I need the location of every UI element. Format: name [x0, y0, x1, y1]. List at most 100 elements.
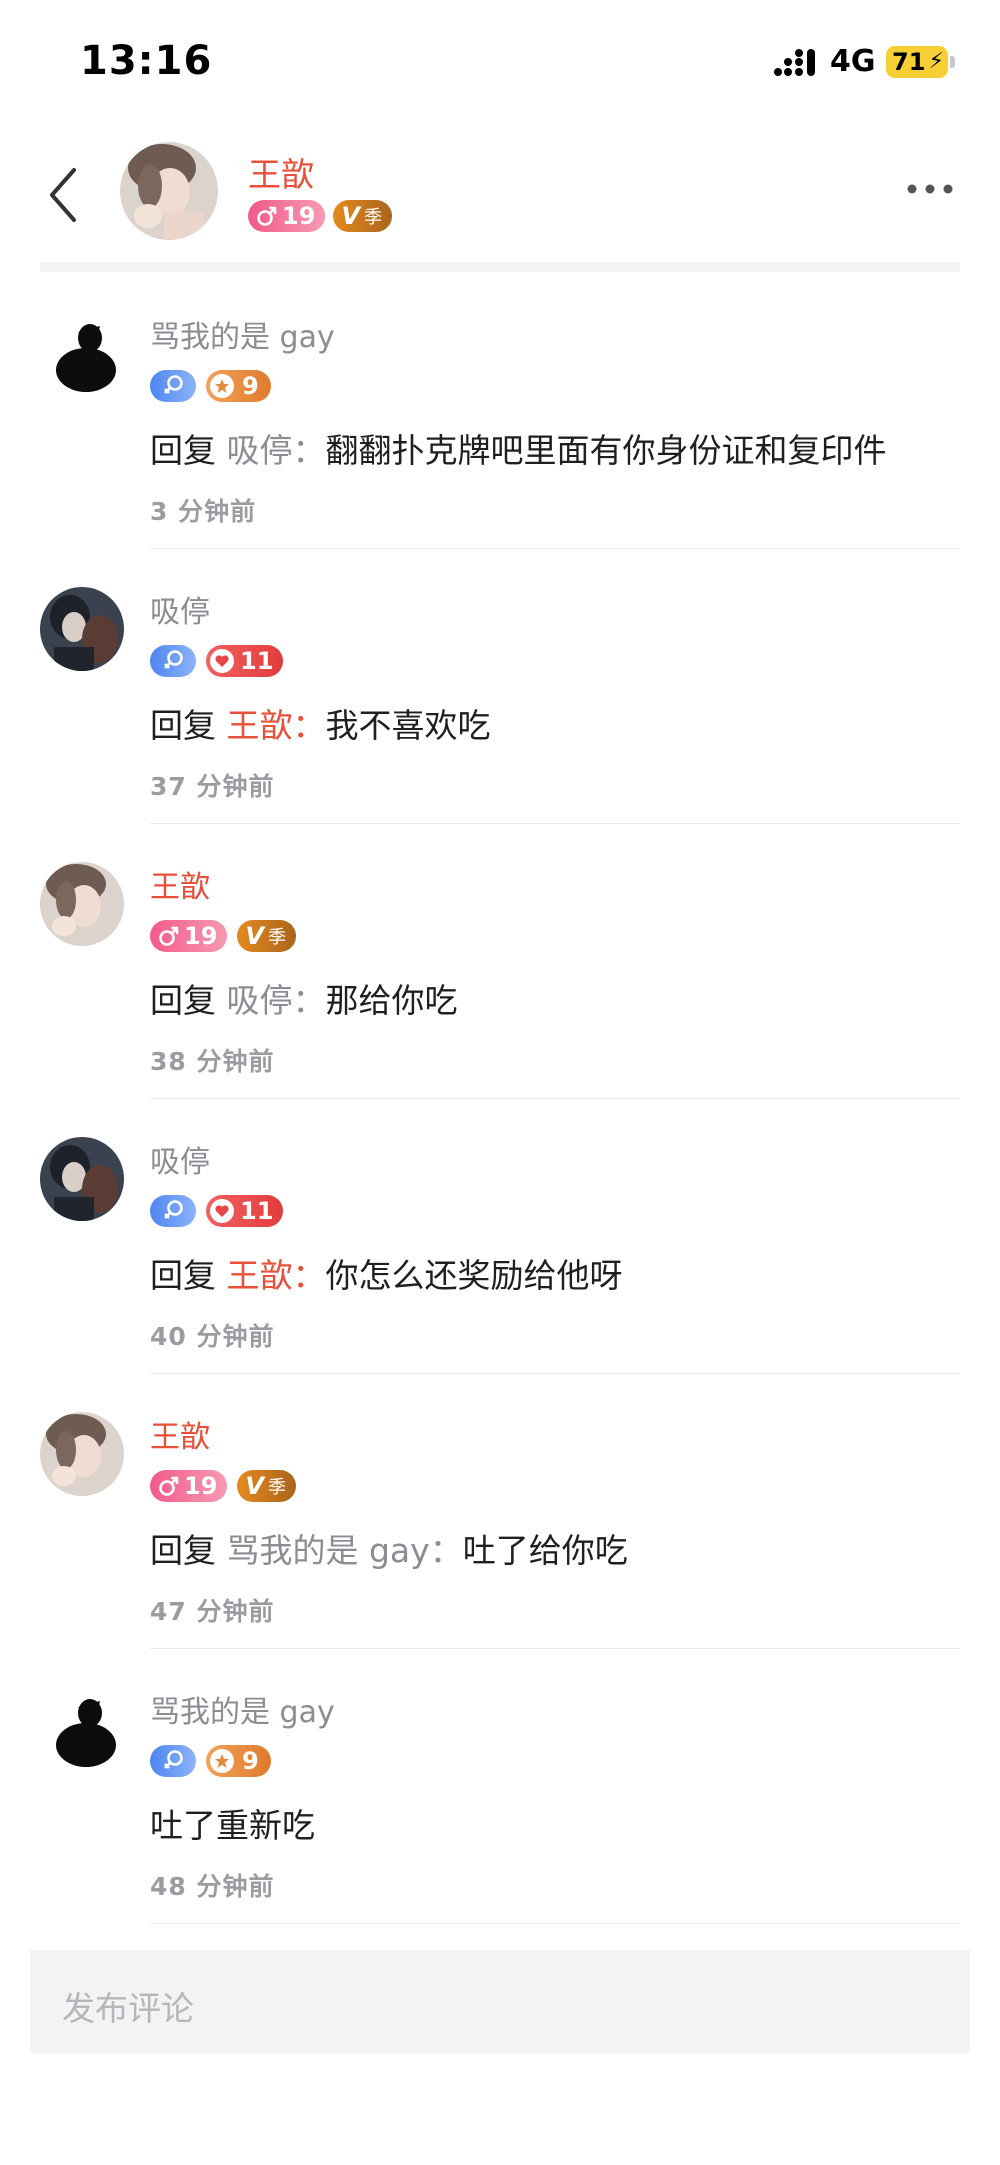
avatar[interactable]	[40, 862, 124, 946]
male-icon	[159, 1476, 179, 1496]
avatar[interactable]	[40, 1137, 124, 1221]
more-horizontal-icon[interactable]	[906, 183, 954, 195]
comment-content: 回复 骂我的是 gay：吐了给你吃	[150, 1524, 628, 1572]
header-username[interactable]: 王歆	[248, 148, 314, 196]
chevron-left-icon[interactable]	[44, 164, 84, 226]
level-badge: 11	[206, 1195, 284, 1227]
female-badge	[150, 645, 196, 677]
reply-prefix: 回复	[150, 706, 227, 745]
network-type: 4G	[830, 44, 876, 79]
vip-badge: V 季	[237, 1470, 296, 1502]
reply-prefix: 回复	[150, 1256, 227, 1295]
comment-username[interactable]: 吸停	[150, 1137, 210, 1181]
comment-item[interactable]: 王歆 19 V 季 回复 骂我的是 gay：吐了给你吃 47 分钟前	[0, 1400, 1000, 1675]
female-icon	[164, 1750, 183, 1769]
signal-icon	[774, 49, 815, 76]
male-age-badge: 19	[248, 200, 326, 232]
header-divider	[40, 262, 960, 272]
comment-input[interactable]: 发布评论	[30, 1950, 970, 2053]
divider	[150, 548, 960, 549]
female-icon	[164, 1200, 183, 1219]
age-text: 19	[184, 922, 218, 950]
star-icon	[210, 1749, 234, 1773]
comment-item[interactable]: 吸停 11 回复 王歆：我不喜欢吃 37 分钟前	[0, 575, 1000, 850]
comment-text: 吐了重新吃	[150, 1806, 315, 1845]
comment-badges: 19 V 季	[150, 920, 296, 952]
reply-prefix: 回复	[150, 431, 227, 470]
comment-badges: 19 V 季	[150, 1470, 296, 1502]
comment-text: 翻翻扑克牌吧里面有你身份证和复印件	[325, 431, 887, 470]
level-badge: 9	[206, 1745, 271, 1777]
vip-v-icon: V	[341, 202, 360, 230]
charging-bolt-icon: ⚡	[928, 49, 944, 74]
male-icon	[257, 206, 277, 226]
comment-badges: 11	[150, 1195, 284, 1227]
comment-username[interactable]: 王歆	[150, 1412, 210, 1456]
status-time: 13:16	[80, 38, 213, 84]
vip-season: 季	[267, 927, 286, 948]
reply-target[interactable]: 骂我的是 gay：	[227, 1531, 463, 1570]
comment-input-placeholder: 发布评论	[62, 1989, 194, 2028]
male-icon	[159, 926, 179, 946]
reply-target[interactable]: 吸停：	[227, 431, 326, 470]
male-age-badge: 19	[150, 1470, 228, 1502]
vip-season: 季	[363, 207, 382, 228]
comment-content: 回复 吸停：翻翻扑克牌吧里面有你身份证和复印件	[150, 424, 887, 472]
avatar[interactable]	[40, 587, 124, 671]
female-icon	[164, 650, 183, 669]
comment-username[interactable]: 王歆	[150, 862, 210, 906]
comment-item[interactable]: 骂我的是 gay 9 回复 吸停：翻翻扑克牌吧里面有你身份证和复印件 3 分钟前	[0, 300, 1000, 575]
female-badge	[150, 1195, 196, 1227]
comment-text: 那给你吃	[325, 981, 458, 1020]
avatar[interactable]	[40, 1412, 124, 1496]
comment-text: 你怎么还奖励给他呀	[325, 1256, 623, 1295]
comment-list: 骂我的是 gay 9 回复 吸停：翻翻扑克牌吧里面有你身份证和复印件 3 分钟前	[0, 300, 1000, 1950]
level-text: 9	[242, 372, 259, 400]
level-badge: 9	[206, 370, 271, 402]
thread-header: 王歆 19 V 季	[0, 120, 1000, 272]
female-badge	[150, 370, 196, 402]
avatar[interactable]	[40, 1687, 124, 1771]
vip-v-icon: V	[245, 1472, 264, 1500]
reply-prefix: 回复	[150, 981, 227, 1020]
vip-badge: V 季	[333, 200, 392, 232]
level-text: 9	[242, 1747, 259, 1775]
heart-icon	[210, 649, 234, 673]
divider	[150, 1923, 960, 1924]
reply-prefix: 回复	[150, 1531, 227, 1570]
comment-time: 47 分钟前	[150, 1597, 275, 1626]
comment-time: 37 分钟前	[150, 772, 275, 801]
age-text: 19	[282, 202, 316, 230]
comment-time: 40 分钟前	[150, 1322, 275, 1351]
comment-content: 回复 王歆：我不喜欢吃	[150, 699, 491, 747]
divider	[150, 1373, 960, 1374]
avatar[interactable]	[40, 312, 124, 396]
comment-username[interactable]: 吸停	[150, 587, 210, 631]
level-text: 11	[240, 1197, 274, 1225]
female-icon	[164, 375, 183, 394]
reply-target[interactable]: 王歆：	[227, 1256, 326, 1295]
comment-text: 我不喜欢吃	[325, 706, 491, 745]
comment-badges: 11	[150, 645, 284, 677]
divider	[150, 1098, 960, 1099]
header-avatar[interactable]	[120, 142, 218, 240]
comment-text: 吐了给你吃	[462, 1531, 628, 1570]
comment-username[interactable]: 骂我的是 gay	[150, 312, 335, 356]
male-age-badge: 19	[150, 920, 228, 952]
comment-badges: 9	[150, 1745, 271, 1777]
comment-time: 48 分钟前	[150, 1872, 275, 1901]
reply-target[interactable]: 王歆：	[227, 706, 326, 745]
reply-target[interactable]: 吸停：	[227, 981, 326, 1020]
vip-badge: V 季	[237, 920, 296, 952]
comment-username[interactable]: 骂我的是 gay	[150, 1687, 335, 1731]
comment-item[interactable]: 吸停 11 回复 王歆：你怎么还奖励给他呀 40 分钟前	[0, 1125, 1000, 1400]
comment-content: 回复 王歆：你怎么还奖励给他呀	[150, 1249, 623, 1297]
divider	[150, 1648, 960, 1649]
status-bar: 13:16 4G 71 ⚡	[0, 0, 1000, 120]
battery-level: 71	[892, 48, 926, 76]
comment-item[interactable]: 骂我的是 gay 9 吐了重新吃 48 分钟前	[0, 1675, 1000, 1950]
level-badge: 11	[206, 645, 284, 677]
comment-content: 吐了重新吃	[150, 1799, 315, 1847]
heart-icon	[210, 1199, 234, 1223]
comment-item[interactable]: 王歆 19 V 季 回复 吸停：那给你吃 38 分钟前	[0, 850, 1000, 1125]
